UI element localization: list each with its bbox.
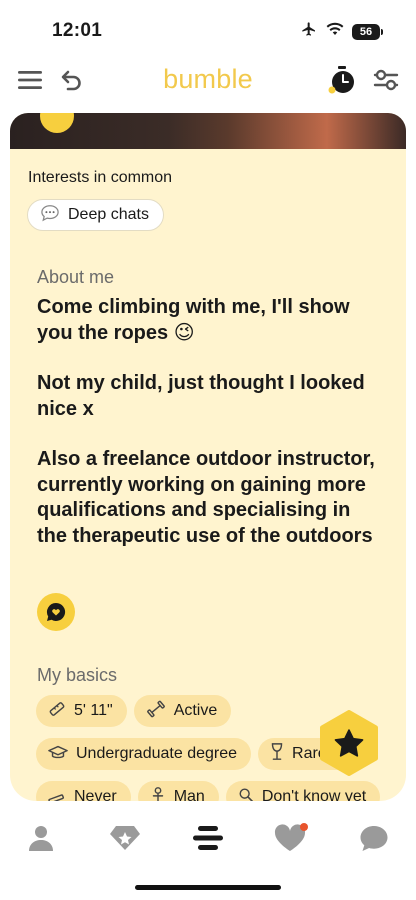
basics-label: My basics xyxy=(37,665,118,685)
heart-icon xyxy=(274,823,308,851)
top-nav: bumble xyxy=(0,58,416,104)
speech-bubble-icon xyxy=(40,204,60,227)
battery-icon: 56 xyxy=(352,23,383,40)
interest-label: Deep chats xyxy=(68,206,149,223)
interest-chip[interactable]: Deep chats xyxy=(27,199,164,231)
interests-title: Interests in common xyxy=(28,169,173,186)
gender-chip: Man xyxy=(137,781,219,801)
basics-row: 5' 11" Active xyxy=(36,695,232,727)
wine-glass-icon xyxy=(270,742,284,766)
bumble-home-icon xyxy=(193,826,223,850)
home-indicator xyxy=(135,885,281,890)
status-icons: 56 xyxy=(300,21,383,42)
smoking-icon xyxy=(48,786,66,801)
exercise-chip: Active xyxy=(133,695,232,727)
filter-icon[interactable] xyxy=(370,64,402,96)
looking-for-label: Don't know yet xyxy=(261,788,367,801)
discover-tab[interactable] xyxy=(105,820,145,856)
notification-dot xyxy=(300,823,308,831)
basics-row: Undergraduate degree Rarely xyxy=(36,738,353,770)
timer-icon[interactable] xyxy=(326,64,358,96)
about-me-text: Come climbing with me, I'll show you the… xyxy=(37,295,377,574)
photo-badge xyxy=(40,113,74,133)
exercise-label: Active xyxy=(173,702,218,719)
ruler-icon xyxy=(48,700,66,723)
profile-tab[interactable] xyxy=(21,820,61,856)
compliment-button[interactable] xyxy=(37,593,75,631)
bottom-nav xyxy=(0,808,416,868)
gender-label: Man xyxy=(173,788,205,801)
education-label: Undergraduate degree xyxy=(76,745,238,762)
education-chip: Undergraduate degree xyxy=(36,738,252,770)
about-paragraph: Come climbing with me, I'll show you the… xyxy=(37,296,350,344)
profile-card[interactable]: Interests in common Deep chats About me … xyxy=(10,113,406,801)
smoking-label: Never xyxy=(74,788,117,801)
status-bar: 12:01 56 xyxy=(0,0,416,56)
airplane-icon xyxy=(300,21,318,42)
person-icon xyxy=(29,826,53,851)
basics-row: Never Man Don't know yet xyxy=(36,781,381,801)
profile-photo[interactable] xyxy=(10,113,406,149)
looking-for-chip: Don't know yet xyxy=(225,781,381,801)
chats-tab[interactable] xyxy=(354,820,394,856)
wifi-icon xyxy=(326,22,344,41)
chat-bubble-icon xyxy=(360,826,388,851)
status-time: 12:01 xyxy=(52,20,103,41)
heart-bubble-icon xyxy=(46,602,66,621)
about-paragraph: Not my child, just thought I looked nice… xyxy=(37,372,365,420)
graduation-cap-icon xyxy=(48,744,68,765)
about-me-label: About me xyxy=(37,267,115,287)
diamond-icon xyxy=(110,826,140,850)
dumbbell-icon xyxy=(146,700,166,723)
people-tab[interactable] xyxy=(188,820,228,856)
height-label: 5' 11" xyxy=(74,702,113,719)
smoking-chip: Never xyxy=(36,781,131,801)
liked-you-tab[interactable] xyxy=(271,820,311,856)
superswipe-button[interactable] xyxy=(318,710,380,776)
search-icon xyxy=(238,787,254,801)
gender-icon xyxy=(150,786,166,801)
about-paragraph: Also a freelance outdoor instructor, cur… xyxy=(37,448,375,547)
height-chip: 5' 11" xyxy=(36,695,127,727)
